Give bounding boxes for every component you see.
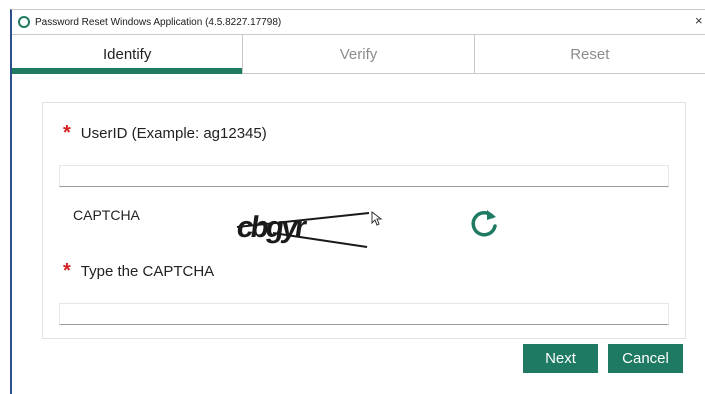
required-marker: * — [63, 122, 71, 144]
app-logo-icon — [18, 16, 30, 28]
mouse-pointer-icon — [371, 211, 383, 226]
captcha-input-label-row: * Type the CAPTCHA — [63, 261, 214, 281]
captcha-label: CAPTCHA — [73, 207, 140, 223]
userid-label: UserID (Example: ag12345) — [80, 124, 267, 142]
captcha-image: cbgyr — [235, 211, 370, 248]
tab-identify[interactable]: Identify — [12, 35, 244, 74]
window-title: Password Reset Windows Application (4.5.… — [35, 16, 282, 28]
identify-form: * UserID (Example: ag12345) CAPTCHA cbgy… — [42, 102, 686, 339]
app-window: Password Reset Windows Application (4.5.… — [10, 9, 705, 394]
close-icon[interactable]: × — [695, 13, 705, 28]
captcha-text: cbgyr — [235, 211, 310, 244]
wizard-tabs: Identify Verify Reset — [12, 34, 705, 74]
required-marker: * — [63, 260, 71, 282]
captcha-input[interactable] — [59, 303, 669, 325]
next-button[interactable]: Next — [523, 344, 598, 373]
captcha-input-label: Type the CAPTCHA — [80, 262, 215, 280]
refresh-icon[interactable] — [468, 207, 502, 241]
tab-reset[interactable]: Reset — [475, 35, 705, 73]
tab-verify[interactable]: Verify — [243, 35, 475, 73]
userid-label-row: * UserID (Example: ag12345) — [63, 123, 267, 143]
userid-input[interactable] — [59, 165, 669, 187]
cancel-button[interactable]: Cancel — [608, 344, 683, 373]
title-bar: Password Reset Windows Application (4.5.… — [12, 10, 705, 34]
